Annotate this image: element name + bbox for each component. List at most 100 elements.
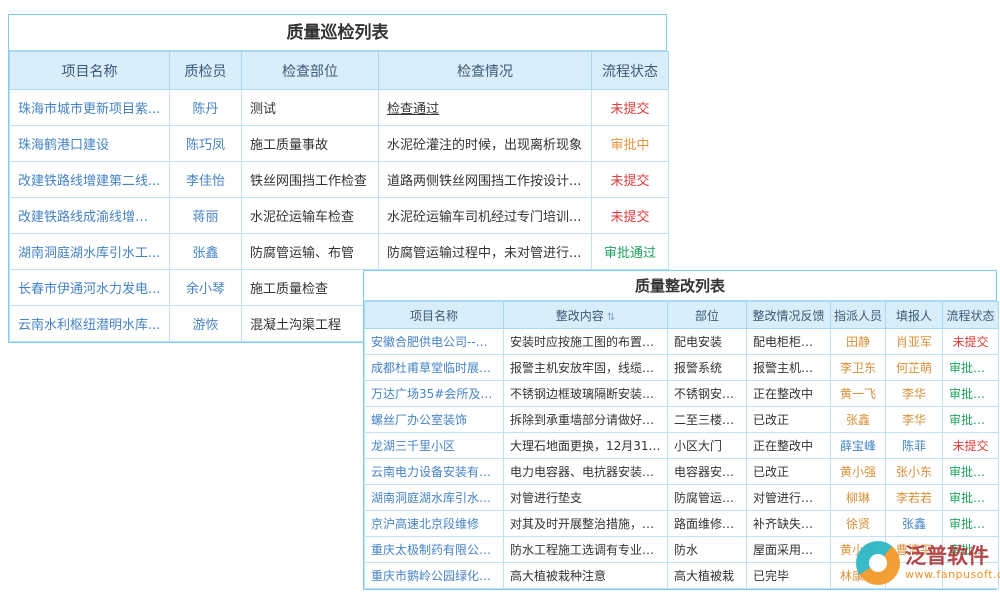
part-cell: 配电安装: [668, 329, 747, 355]
table-row[interactable]: 万达广场35#会所及咖啡厅空... 不锈钢边框玻璃隔断安装不平... 不锈钢安装…: [365, 381, 999, 407]
assignee-cell[interactable]: 田静: [831, 329, 886, 355]
table-row[interactable]: 螺丝厂办公室装饰 拆除到承重墙部分请做好加固... 二至三楼混... 已改正 张…: [365, 407, 999, 433]
assignee-cell[interactable]: 黄一飞: [831, 381, 886, 407]
part-cell: 测试: [242, 90, 379, 126]
sort-icon[interactable]: ⇅: [607, 312, 615, 323]
content-cell: 报警主机安放牢固，线缆连接...: [504, 355, 668, 381]
feedback-cell: 补齐缺失标志...: [747, 511, 831, 537]
situation-cell: 防腐管运输过程中，未对管进行...: [379, 234, 592, 270]
reporter-cell[interactable]: 何芷萌: [886, 355, 943, 381]
assignee-cell[interactable]: 徐贤: [831, 511, 886, 537]
part-cell: 电容器安装...: [668, 459, 747, 485]
part-cell: 防腐管运输...: [668, 485, 747, 511]
situation-cell: 水泥砼灌注的时候，出现离析现象: [379, 126, 592, 162]
situation-cell: 水泥砼运输车司机经过专门培训...: [379, 198, 592, 234]
part-cell: 施工质量检查: [242, 270, 379, 306]
status-badge: 未提交: [943, 433, 999, 459]
status-badge: 审批通过: [943, 355, 999, 381]
table-row[interactable]: 改建铁路线成渝线增建第... 蒋丽 水泥砼运输车检查 水泥砼运输车司机经过专门培…: [10, 198, 669, 234]
status-badge: 审批通过: [943, 459, 999, 485]
situation-cell[interactable]: 检查通过: [379, 90, 592, 126]
content-cell: 高大植被栽种注意: [504, 563, 668, 589]
inspector-cell[interactable]: 余小琴: [170, 270, 242, 306]
part-cell: 铁丝网围挡工作检查: [242, 162, 379, 198]
assignee-cell[interactable]: 张鑫: [831, 407, 886, 433]
assignee-cell[interactable]: 薛宝峰: [831, 433, 886, 459]
reporter-cell[interactable]: 肖亚军: [886, 329, 943, 355]
content-cell: 防水工程施工选调有专业资质...: [504, 537, 668, 563]
reporter-cell[interactable]: 张小东: [886, 459, 943, 485]
table-row[interactable]: 改建铁路线增建第二线... 李佳怡 铁丝网围挡工作检查 道路两侧铁丝网围挡工作按…: [10, 162, 669, 198]
project-cell[interactable]: 云南电力设备安装有限公司20...: [365, 459, 504, 485]
inspector-cell[interactable]: 游恢: [170, 306, 242, 342]
header-row: 项目名称 质检员 检查部位 检查情况 流程状态: [10, 52, 669, 90]
part-cell: 防水: [668, 537, 747, 563]
table-row[interactable]: 成都杜甫草堂临时展厅独立展... 报警主机安放牢固，线缆连接... 报警系统 报…: [365, 355, 999, 381]
feedback-cell: 对管进行垫支: [747, 485, 831, 511]
inspector-cell[interactable]: 张鑫: [170, 234, 242, 270]
col-header-part: 检查部位: [242, 52, 379, 90]
project-cell[interactable]: 云南水利枢纽潜明水库...: [10, 306, 170, 342]
project-cell[interactable]: 螺丝厂办公室装饰: [365, 407, 504, 433]
reporter-cell[interactable]: 李若若: [886, 485, 943, 511]
reporter-cell[interactable]: 张鑫: [886, 511, 943, 537]
status-badge: 审批中: [592, 126, 669, 162]
part-cell: 混凝土沟渠工程: [242, 306, 379, 342]
inspector-cell[interactable]: 李佳怡: [170, 162, 242, 198]
reporter-cell[interactable]: 李华: [886, 381, 943, 407]
status-badge: 未提交: [592, 90, 669, 126]
col-header-project: 项目名称: [10, 52, 170, 90]
assignee-cell[interactable]: 李卫东: [831, 355, 886, 381]
part-cell: 二至三楼混...: [668, 407, 747, 433]
inspector-cell[interactable]: 蒋丽: [170, 198, 242, 234]
inspector-cell[interactable]: 陈丹: [170, 90, 242, 126]
table-row[interactable]: 京沪高速北京段维修 对其及时开展整治措施，桥头... 路面维修检... 补齐缺失…: [365, 511, 999, 537]
project-cell[interactable]: 重庆市鹅岭公园绿化观景提升...: [365, 563, 504, 589]
project-cell[interactable]: 改建铁路线增建第二线...: [10, 162, 170, 198]
project-cell[interactable]: 重庆太极制药有限公司亳州中...: [365, 537, 504, 563]
col-header-inspector: 质检员: [170, 52, 242, 90]
project-cell[interactable]: 湖南洞庭湖水库引水工程施工1标: [365, 485, 504, 511]
table-row[interactable]: 龙湖三千里小区 大理石地面更换，12月31日之... 小区大门 正在整改中 薛宝…: [365, 433, 999, 459]
feedback-cell: 正在整改中: [747, 433, 831, 459]
col-header-content[interactable]: 整改内容⇅: [504, 302, 668, 329]
situation-cell: 道路两侧铁丝网围挡工作按设计...: [379, 162, 592, 198]
project-cell[interactable]: 京沪高速北京段维修: [365, 511, 504, 537]
project-cell[interactable]: 珠海市城市更新项目紫...: [10, 90, 170, 126]
project-cell[interactable]: 万达广场35#会所及咖啡厅空...: [365, 381, 504, 407]
col-header-feedback: 整改情况反馈: [747, 302, 831, 329]
col-header-part: 部位: [668, 302, 747, 329]
fanpu-watermark: 泛普软件 www.fanpusoft.com: [856, 541, 1000, 585]
feedback-cell: 已完毕: [747, 563, 831, 589]
col-header-status: 流程状态: [943, 302, 999, 329]
part-cell: 不锈钢安装...: [668, 381, 747, 407]
project-cell[interactable]: 成都杜甫草堂临时展厅独立展...: [365, 355, 504, 381]
table-row[interactable]: 珠海鹤港口建设 陈巧凤 施工质量事故 水泥砼灌注的时候，出现离析现象 审批中: [10, 126, 669, 162]
feedback-cell: 屋面采用聚氨...: [747, 537, 831, 563]
content-cell: 安装时应按施工图的布置，将...: [504, 329, 668, 355]
reporter-cell[interactable]: 李华: [886, 407, 943, 433]
status-badge: 审批通过: [592, 234, 669, 270]
inspector-cell[interactable]: 陈巧凤: [170, 126, 242, 162]
assignee-cell[interactable]: 黄小强: [831, 459, 886, 485]
table-row[interactable]: 珠海市城市更新项目紫... 陈丹 测试 检查通过 未提交: [10, 90, 669, 126]
col-header-content-label: 整改内容: [556, 309, 604, 323]
project-cell[interactable]: 安徽合肥供电公司--配电设备...: [365, 329, 504, 355]
status-badge: 未提交: [592, 162, 669, 198]
project-cell[interactable]: 长春市伊通河水力发电...: [10, 270, 170, 306]
reporter-cell[interactable]: 陈菲: [886, 433, 943, 459]
project-cell[interactable]: 湖南洞庭湖水库引水工...: [10, 234, 170, 270]
feedback-cell: 正在整改中: [747, 381, 831, 407]
status-badge: 审批通过: [943, 511, 999, 537]
table-row[interactable]: 云南电力设备安装有限公司20... 电力电容器、电抗器安装方案... 电容器安装…: [365, 459, 999, 485]
assignee-cell[interactable]: 柳琳: [831, 485, 886, 511]
status-badge: 审批通过: [943, 485, 999, 511]
project-cell[interactable]: 珠海鹤港口建设: [10, 126, 170, 162]
table-row[interactable]: 安徽合肥供电公司--配电设备... 安装时应按施工图的布置，将... 配电安装 …: [365, 329, 999, 355]
project-cell[interactable]: 龙湖三千里小区: [365, 433, 504, 459]
col-header-reporter: 填报人: [886, 302, 943, 329]
table-row[interactable]: 湖南洞庭湖水库引水工程施工1标 对管进行垫支 防腐管运输... 对管进行垫支 柳…: [365, 485, 999, 511]
table-row[interactable]: 湖南洞庭湖水库引水工... 张鑫 防腐管运输、布管 防腐管运输过程中，未对管进行…: [10, 234, 669, 270]
fanpu-brand-text: 泛普软件: [905, 545, 1000, 568]
project-cell[interactable]: 改建铁路线成渝线增建第...: [10, 198, 170, 234]
